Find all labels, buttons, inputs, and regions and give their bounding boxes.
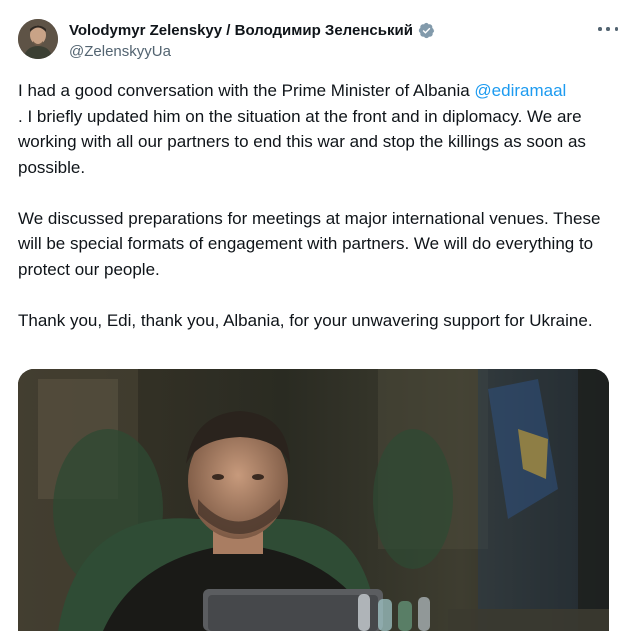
photo-illustration xyxy=(18,369,609,631)
more-dot xyxy=(598,27,602,31)
tweet: Volodymyr Zelenskyy / Володимир Зеленськ… xyxy=(0,0,640,631)
tweet-paragraph-1: I had a good conversation with the Prime… xyxy=(18,78,618,180)
tweet-paragraph-2: We discussed preparations for meetings a… xyxy=(18,208,601,279)
avatar[interactable] xyxy=(18,19,58,59)
tweet-header: Volodymyr Zelenskyy / Володимир Зеленськ… xyxy=(69,20,435,60)
paragraph-1-start: I had a good conversation with the Prime… xyxy=(18,81,475,100)
more-dot xyxy=(614,27,618,31)
mention-link[interactable]: @ediramaal xyxy=(474,81,566,100)
handle[interactable]: @ZelenskyyUa xyxy=(69,43,435,60)
display-name-row: Volodymyr Zelenskyy / Володимир Зеленськ… xyxy=(69,20,435,40)
more-dot xyxy=(606,27,610,31)
tweet-photo[interactable] xyxy=(18,369,609,631)
paragraph-1-rest: . I briefly updated him on the situation… xyxy=(18,106,586,177)
tweet-text: I had a good conversation with the Prime… xyxy=(18,78,618,333)
display-name[interactable]: Volodymyr Zelenskyy / Володимир Зеленськ… xyxy=(69,22,413,39)
more-options-icon[interactable] xyxy=(598,22,618,36)
verified-badge-icon[interactable] xyxy=(418,22,435,39)
tweet-paragraph-3: Thank you, Edi, thank you, Albania, for … xyxy=(18,310,593,330)
